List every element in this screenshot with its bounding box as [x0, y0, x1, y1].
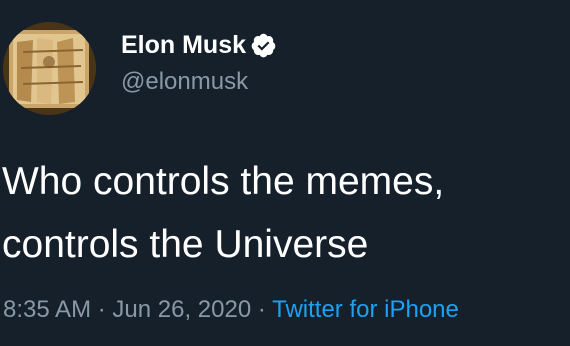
display-name[interactable]: Elon Musk	[121, 31, 246, 60]
avatar[interactable]	[3, 22, 96, 115]
tweet-text-line: Who controls the memes,	[2, 160, 445, 203]
tweet-text: Who controls the memes, controls the Uni…	[2, 150, 562, 276]
tweet-card: Elon Musk @elonmusk Who controls the mem…	[0, 0, 570, 346]
meta-separator: ·	[257, 296, 266, 323]
tweet-text-line: controls the Universe	[2, 223, 369, 266]
tweet-time[interactable]: 8:35 AM	[3, 296, 91, 323]
tweet-source-link[interactable]: Twitter for iPhone	[272, 296, 459, 323]
tweet-date[interactable]: Jun 26, 2020	[112, 296, 251, 323]
meta-separator: ·	[97, 296, 106, 323]
avatar-image	[3, 22, 96, 115]
author-name-row: Elon Musk	[121, 28, 277, 62]
tweet-meta: 8:35 AM · Jun 26, 2020 · Twitter for iPh…	[3, 296, 459, 324]
author-handle[interactable]: @elonmusk	[121, 68, 248, 96]
verified-badge-icon	[250, 32, 277, 59]
